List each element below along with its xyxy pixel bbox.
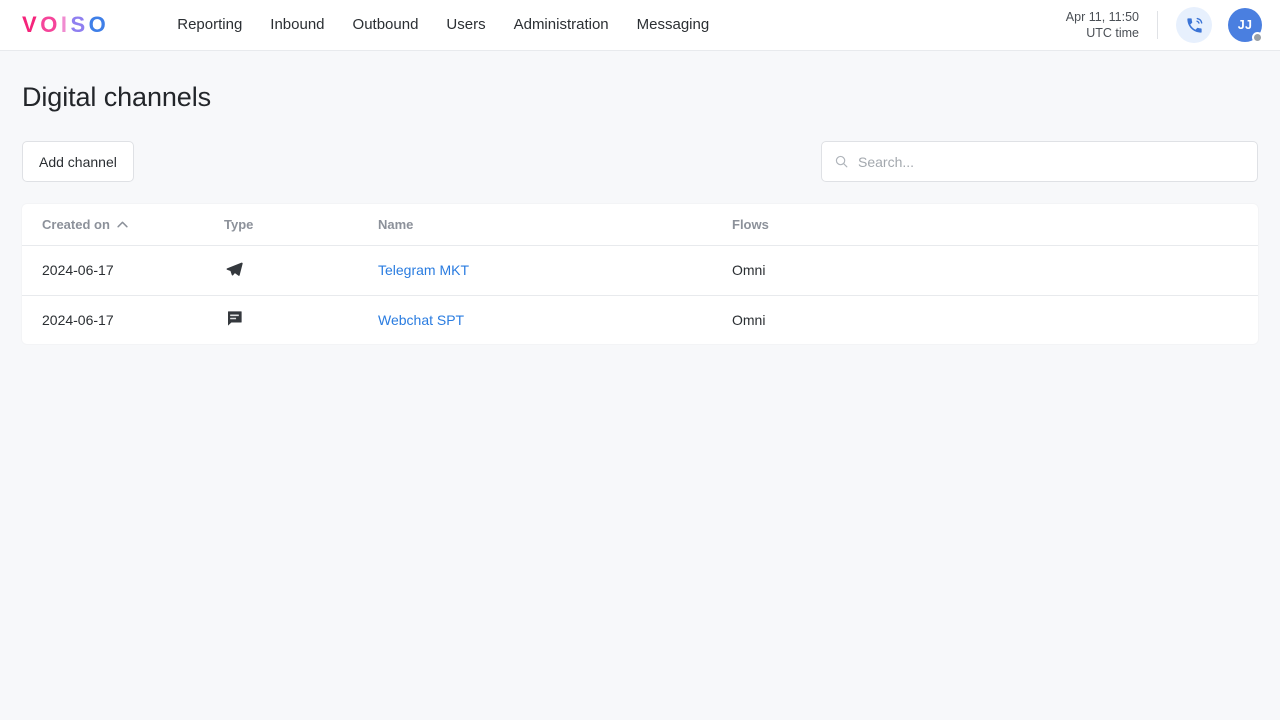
- cell-flows: Omni: [732, 245, 1258, 296]
- utc-clock: Apr 11, 11:50 UTC time: [1066, 9, 1139, 41]
- channel-link-telegram-mkt[interactable]: Telegram MKT: [378, 262, 469, 278]
- avatar-status-dot: [1252, 32, 1263, 43]
- top-navigation-bar: V O I S O Reporting Inbound Outbound Use…: [0, 0, 1280, 51]
- main-nav: Reporting Inbound Outbound Users Adminis…: [163, 9, 723, 41]
- nav-item-administration[interactable]: Administration: [500, 9, 623, 41]
- sort-created-on[interactable]: Created on: [42, 217, 128, 232]
- search-input[interactable]: [858, 153, 1245, 170]
- webchat-bubble-icon: [224, 309, 244, 329]
- table-header-row: Created on Type Name Flows: [22, 204, 1258, 246]
- add-channel-button[interactable]: Add channel: [22, 141, 134, 182]
- top-bar-right-cluster: Apr 11, 11:50 UTC time JJ: [1066, 7, 1263, 43]
- logo-letter-2: O: [40, 12, 61, 37]
- cell-type: [224, 295, 378, 344]
- clock-datetime: Apr 11, 11:50: [1065, 10, 1139, 24]
- voiso-logo[interactable]: V O I S O: [22, 12, 109, 38]
- logo-letter-1: V: [22, 12, 41, 37]
- phone-in-talk-icon: [1186, 17, 1202, 33]
- cell-created-on: 2024-06-17: [22, 245, 224, 296]
- column-header-flows[interactable]: Flows: [732, 204, 1258, 246]
- telegram-send-icon: [224, 259, 244, 279]
- nav-item-messaging[interactable]: Messaging: [623, 9, 724, 41]
- chevron-up-icon: [117, 221, 128, 228]
- page-title: Digital channels: [22, 82, 212, 112]
- main-content: Digital channels Add channel Created on: [0, 82, 1280, 344]
- logo-letter-5: O: [88, 12, 110, 37]
- avatar[interactable]: JJ: [1228, 8, 1263, 43]
- logo-letter-3: I: [60, 12, 71, 37]
- phone-button[interactable]: [1176, 7, 1212, 43]
- table-body: 2024-06-17 Telegram MKT Omni 2024-06-17 …: [22, 245, 1258, 345]
- channels-table-card: Created on Type Name Flows 2024-06-17 Te…: [22, 204, 1258, 344]
- cell-name: Telegram MKT: [378, 245, 732, 296]
- channels-table: Created on Type Name Flows 2024-06-17 Te…: [22, 204, 1258, 344]
- table-row[interactable]: 2024-06-17 Telegram MKT Omni: [22, 245, 1258, 296]
- search-box[interactable]: [821, 141, 1258, 182]
- search-icon: [835, 155, 848, 168]
- table-row[interactable]: 2024-06-17 Webchat SPT Omni: [22, 295, 1258, 344]
- column-header-name[interactable]: Name: [378, 204, 732, 246]
- nav-item-reporting[interactable]: Reporting: [163, 9, 256, 41]
- nav-item-users[interactable]: Users: [432, 9, 499, 41]
- table-head: Created on Type Name Flows: [22, 204, 1258, 246]
- cell-type: [224, 245, 378, 296]
- nav-item-outbound[interactable]: Outbound: [339, 9, 433, 41]
- cell-name: Webchat SPT: [378, 295, 732, 344]
- toolbar: Add channel: [22, 141, 1258, 182]
- column-header-type[interactable]: Type: [224, 204, 378, 246]
- cell-created-on: 2024-06-17: [42, 311, 114, 328]
- logo-letter-4: S: [70, 12, 89, 37]
- clock-timezone: UTC time: [1086, 26, 1139, 40]
- cell-flows: Omni: [732, 311, 766, 328]
- channel-link-webchat-spt[interactable]: Webchat SPT: [378, 312, 464, 328]
- nav-item-inbound[interactable]: Inbound: [256, 9, 338, 41]
- column-header-created-on[interactable]: Created on: [22, 204, 224, 246]
- header-divider: [1157, 11, 1158, 39]
- column-header-created-on-label: Created on: [42, 217, 110, 232]
